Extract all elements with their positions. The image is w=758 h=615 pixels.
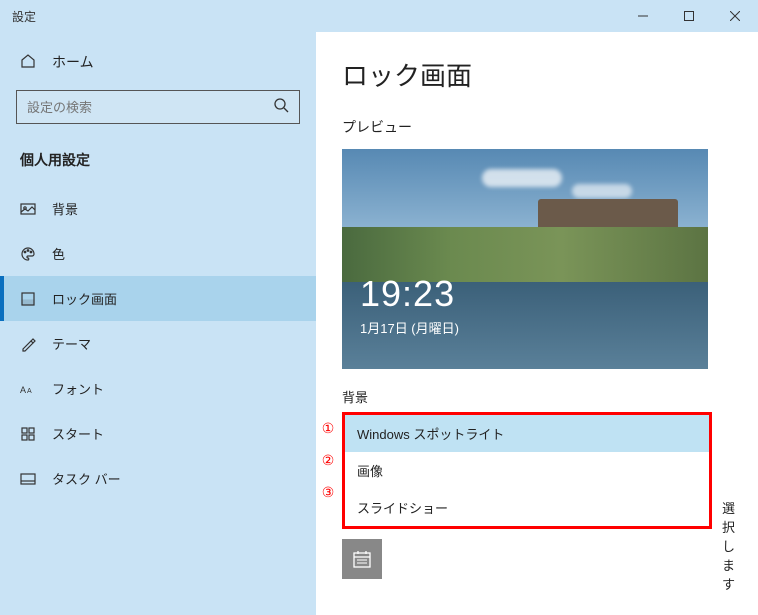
sidebar-item-lockscreen[interactable]: ロック画面: [0, 276, 316, 321]
annotation-1: ①: [318, 420, 338, 437]
lockscreen-preview: 19:23 1月17日 (月曜日): [342, 149, 708, 369]
search-icon: [273, 97, 289, 118]
picture-icon: [20, 201, 36, 217]
font-icon: AA: [20, 381, 36, 397]
search-input[interactable]: [27, 100, 267, 115]
taskbar-icon: [20, 471, 36, 487]
dropdown-option-slideshow[interactable]: スライドショー: [345, 489, 709, 526]
status-hint-tail: 選択します: [722, 498, 735, 593]
calendar-icon: [352, 549, 372, 569]
sidebar-item-label: テーマ: [52, 334, 91, 353]
titlebar: 設定: [0, 0, 758, 32]
sidebar-item-colors[interactable]: 色: [0, 231, 316, 276]
home-label: ホーム: [52, 52, 94, 72]
start-icon: [20, 426, 36, 442]
sidebar-item-label: スタート: [52, 424, 104, 443]
palette-icon: [20, 246, 36, 262]
sidebar-item-background[interactable]: 背景: [0, 186, 316, 231]
background-dropdown[interactable]: Windows スポットライト 画像 スライドショー: [342, 412, 712, 529]
sidebar: ホーム 個人用設定 背景 色: [0, 32, 316, 615]
sidebar-item-label: 色: [52, 244, 65, 263]
preview-date: 1月17日 (月曜日): [360, 318, 459, 337]
svg-text:A: A: [27, 388, 32, 395]
sidebar-item-label: 背景: [52, 199, 78, 218]
home-nav[interactable]: ホーム: [0, 40, 316, 84]
sidebar-item-label: タスク バー: [52, 469, 121, 488]
sidebar-item-label: フォント: [52, 379, 104, 398]
main-content: ロック画面 プレビュー 19:23 1月17日 (月曜日) 背景 ① ② ③ W…: [316, 32, 758, 615]
annotation-2: ②: [318, 452, 338, 469]
dropdown-option-spotlight[interactable]: Windows スポットライト: [345, 415, 709, 452]
lockscreen-icon: [20, 291, 36, 307]
maximize-button[interactable]: [666, 0, 712, 32]
category-title: 個人用設定: [0, 140, 316, 186]
sidebar-item-start[interactable]: スタート: [0, 411, 316, 456]
sidebar-item-themes[interactable]: テーマ: [0, 321, 316, 366]
theme-icon: [20, 336, 36, 352]
minimize-button[interactable]: [620, 0, 666, 32]
window-title: 設定: [0, 8, 36, 25]
preview-time: 19:23: [360, 273, 455, 315]
close-button[interactable]: [712, 0, 758, 32]
annotation-3: ③: [318, 484, 338, 501]
search-box[interactable]: [16, 90, 300, 124]
sidebar-item-fonts[interactable]: AA フォント: [0, 366, 316, 411]
sidebar-item-taskbar[interactable]: タスク バー: [0, 456, 316, 501]
background-label: 背景: [342, 387, 734, 406]
svg-text:A: A: [20, 385, 26, 395]
preview-label: プレビュー: [342, 117, 734, 137]
page-title: ロック画面: [342, 56, 734, 93]
sidebar-item-label: ロック画面: [52, 289, 117, 308]
dropdown-option-picture[interactable]: 画像: [345, 452, 709, 489]
home-icon: [20, 53, 36, 72]
status-app-tile[interactable]: [342, 539, 382, 579]
